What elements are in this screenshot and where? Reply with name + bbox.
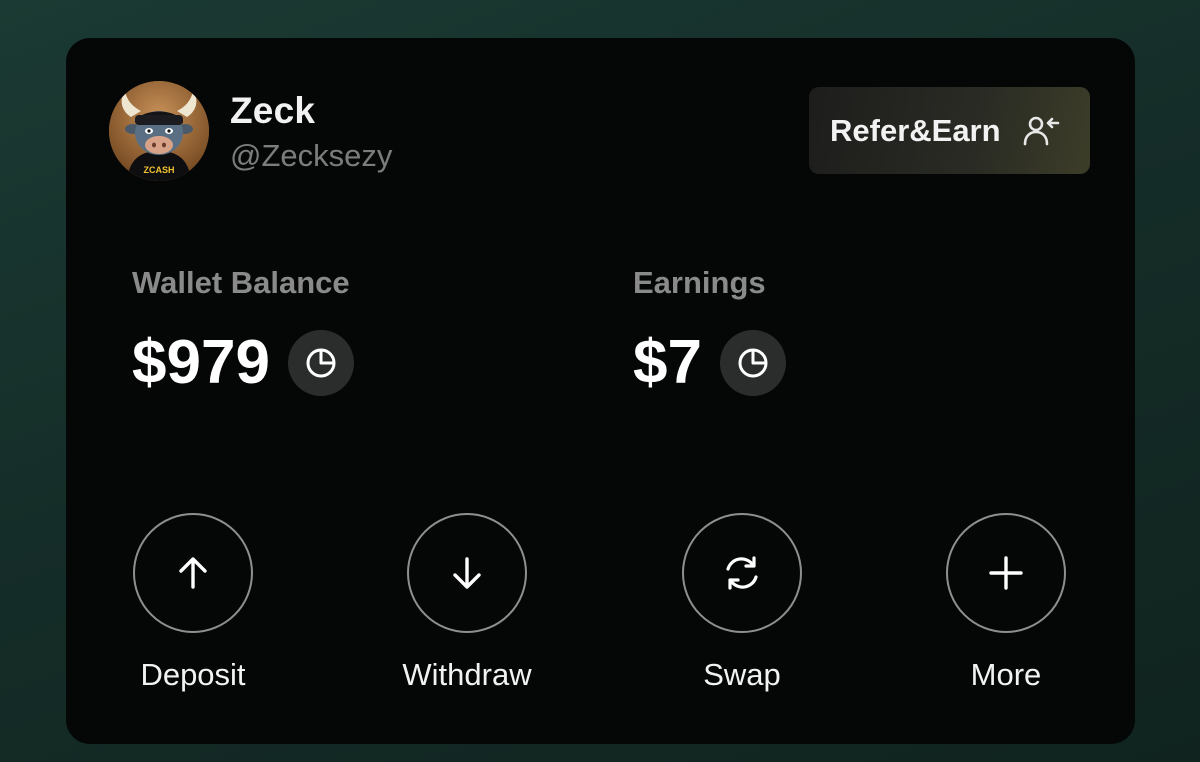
wallet-balance-label: Wallet Balance [132, 265, 350, 300]
deposit-label: Deposit [140, 657, 246, 692]
swap-label: Swap [703, 657, 781, 692]
pie-chart-icon [738, 348, 768, 378]
earnings-pie-chart-button[interactable] [719, 330, 786, 396]
avatar[interactable]: ZCASH [109, 81, 209, 181]
swap-icon [726, 556, 758, 590]
deposit-action: Deposit [103, 513, 283, 693]
withdraw-button[interactable] [407, 513, 527, 633]
profile-handle: @Zecksezy [230, 138, 393, 173]
pie-chart-icon [306, 348, 336, 378]
more-label: More [970, 657, 1042, 692]
swap-action: Swap [652, 513, 832, 693]
more-button[interactable] [946, 513, 1066, 633]
deposit-button[interactable] [133, 513, 253, 633]
arrow-down-icon [453, 557, 481, 589]
refer-earn-button[interactable]: Refer&Earn [809, 87, 1090, 174]
earnings-value: $7 [633, 328, 702, 397]
arrow-up-icon [179, 557, 207, 589]
user-add-icon [1021, 111, 1061, 151]
withdraw-action: Withdraw [377, 513, 557, 693]
earnings-label: Earnings [633, 265, 766, 300]
wallet-balance: $979 [132, 326, 354, 400]
wallet-card: ZCASH Zeck @Zecksezy Refer&Earn Wallet B… [66, 38, 1135, 744]
more-action: More [916, 513, 1096, 693]
bull-avatar-image: ZCASH [109, 81, 209, 181]
plus-icon [989, 556, 1023, 590]
profile-name: Zeck [230, 90, 316, 131]
swap-button[interactable] [682, 513, 802, 633]
wallet-pie-chart-button[interactable] [287, 330, 354, 396]
earnings: $7 [633, 326, 786, 400]
wallet-balance-value: $979 [132, 328, 270, 397]
withdraw-label: Withdraw [402, 657, 532, 692]
refer-earn-label: Refer&Earn [830, 112, 1001, 148]
svg-text:ZCASH: ZCASH [144, 165, 175, 175]
